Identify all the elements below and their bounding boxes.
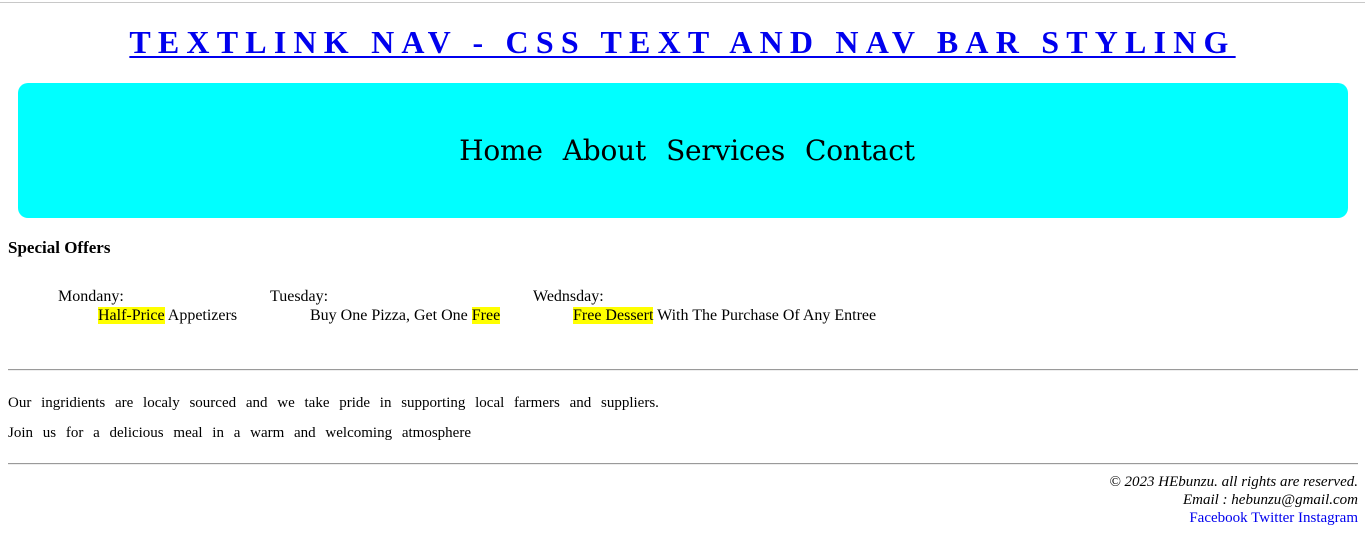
offer-highlight: Free bbox=[471, 307, 501, 324]
facebook-link[interactable]: Facebook bbox=[1189, 510, 1247, 526]
offer-description: Buy One Pizza, Get One Free bbox=[270, 306, 501, 325]
offer-text-pre: Buy One Pizza, Get One bbox=[310, 307, 472, 324]
offer-text-rest: Appetizers bbox=[164, 307, 238, 324]
special-offers-heading: Special Offers bbox=[8, 238, 111, 257]
copyright-text: © 2023 HEbunzu. all rights are reserved. bbox=[1109, 474, 1358, 490]
page-title-link[interactable]: TEXTLINK NAV - CSS TEXT AND NAV BAR STYL… bbox=[129, 24, 1235, 60]
offer-highlight: Free Dessert bbox=[573, 307, 654, 324]
footer-divider bbox=[8, 463, 1358, 465]
offer-tuesday: Tuesday: Buy One Pizza, Get One Free bbox=[270, 287, 501, 325]
instagram-link[interactable]: Instagram bbox=[1298, 510, 1358, 526]
email-text: Email : hebunzu@gmail.com bbox=[1182, 492, 1358, 508]
nav-link-about[interactable]: About bbox=[563, 134, 646, 167]
nav-link-contact[interactable]: Contact bbox=[805, 134, 915, 167]
offer-day-label: Tuesday: bbox=[270, 288, 329, 305]
offer-text-rest: With The Purchase Of Any Entree bbox=[653, 307, 877, 324]
nav-link-home[interactable]: Home bbox=[459, 134, 543, 167]
offer-day-label: Wednsday: bbox=[533, 288, 604, 305]
about-paragraph-2: Join us for a delicious meal in a warm a… bbox=[8, 425, 471, 441]
nav-bar: Home About Services Contact bbox=[18, 83, 1348, 218]
offer-monday: Mondany: Half-Price Appetizers bbox=[58, 287, 237, 325]
offer-description: Half-Price Appetizers bbox=[58, 306, 237, 325]
about-paragraph-1: Our ingridients are localy sourced and w… bbox=[8, 395, 659, 411]
twitter-link[interactable]: Twitter bbox=[1251, 510, 1294, 526]
footer: © 2023 HEbunzu. all rights are reserved.… bbox=[1109, 473, 1358, 527]
nav-link-services[interactable]: Services bbox=[666, 134, 785, 167]
page-title: TEXTLINK NAV - CSS TEXT AND NAV BAR STYL… bbox=[0, 22, 1365, 62]
offer-description: Free Dessert With The Purchase Of Any En… bbox=[533, 306, 876, 325]
offer-day-label: Mondany: bbox=[58, 288, 124, 305]
nav-links: Home About Services Contact bbox=[459, 134, 915, 167]
offer-highlight: Half-Price bbox=[98, 307, 165, 324]
top-divider bbox=[0, 2, 1365, 3]
section-divider bbox=[8, 369, 1358, 371]
social-links: Facebook Twitter Instagram bbox=[1189, 510, 1358, 526]
offer-wednesday: Wednsday: Free Dessert With The Purchase… bbox=[533, 287, 876, 325]
